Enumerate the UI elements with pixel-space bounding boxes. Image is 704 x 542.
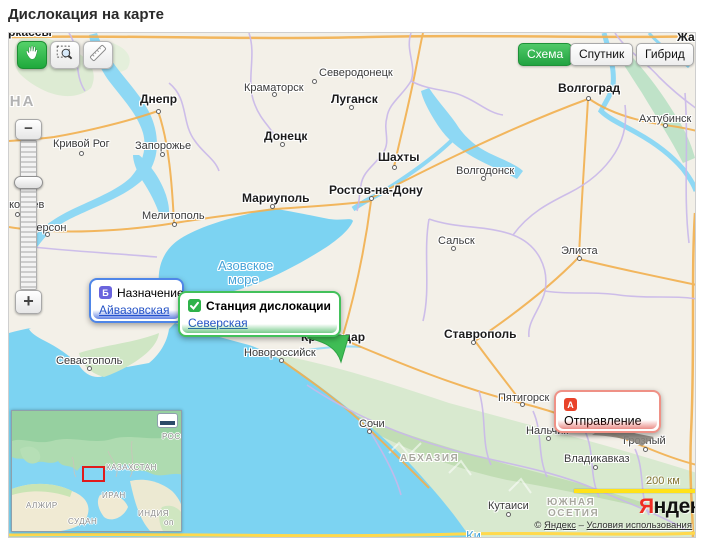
zoom-in-button[interactable]: + [15,290,42,314]
zoom-select-tool-button[interactable] [50,41,80,69]
balloon-title: Отправление [564,414,651,428]
terms-link[interactable]: Условия использования [587,520,692,531]
balloon-destination: Б Назначение Айвазовская [89,278,184,323]
balloon-title: Назначение [117,286,184,300]
minimap[interactable]: РОССИЯКАЗАХСТАНИРАНАЛЖИРИНДИЯСУДАНоп [11,410,182,532]
yandex-logo[interactable]: Яндекс [639,495,696,519]
map-type-hybrid-button[interactable]: Гибрид [636,43,694,66]
scale-bar [574,489,696,493]
zoom-slider-track[interactable] [20,140,37,290]
measure-tool-button[interactable] [83,41,113,69]
hand-icon [21,42,43,69]
map-type-scheme-button[interactable]: Схема [518,43,572,66]
collapse-icon [160,421,175,425]
balloon-title: Станция дислокации [206,299,331,313]
ruler-icon [87,42,109,69]
zoom-select-icon [54,42,76,69]
destination-station-link[interactable]: Айвазовская [99,303,169,317]
balloon-departure: А Отправление Ханкала [554,390,661,433]
map-canvas[interactable]: ЧеркассыУКРАИНАЖанибекКривой РогДнепрКра… [8,32,696,538]
check-icon [188,299,201,312]
departure-station-link[interactable]: Ханкала [564,431,611,433]
page: Дислокация на карте [0,0,704,542]
scale-label: 200 км [646,475,680,487]
balloon-dislocation: Станция дислокации Северская [178,291,341,337]
minimap-collapse-button[interactable] [157,413,178,428]
page-title: Дислокация на карте [8,6,164,23]
pan-tool-button[interactable] [17,41,47,69]
destination-letter-icon: Б [99,286,112,299]
minimap-viewport-rect [82,466,105,482]
dislocation-station-link[interactable]: Северская [188,316,248,330]
copyright: © Яндекс – Условия использования [534,520,692,531]
zoom-out-button[interactable]: − [15,119,42,140]
zoom-slider-handle[interactable] [14,176,43,189]
yandex-link[interactable]: Яндекс [544,520,576,531]
map-type-satellite-button[interactable]: Спутник [570,43,633,66]
departure-letter-icon: А [564,398,577,411]
